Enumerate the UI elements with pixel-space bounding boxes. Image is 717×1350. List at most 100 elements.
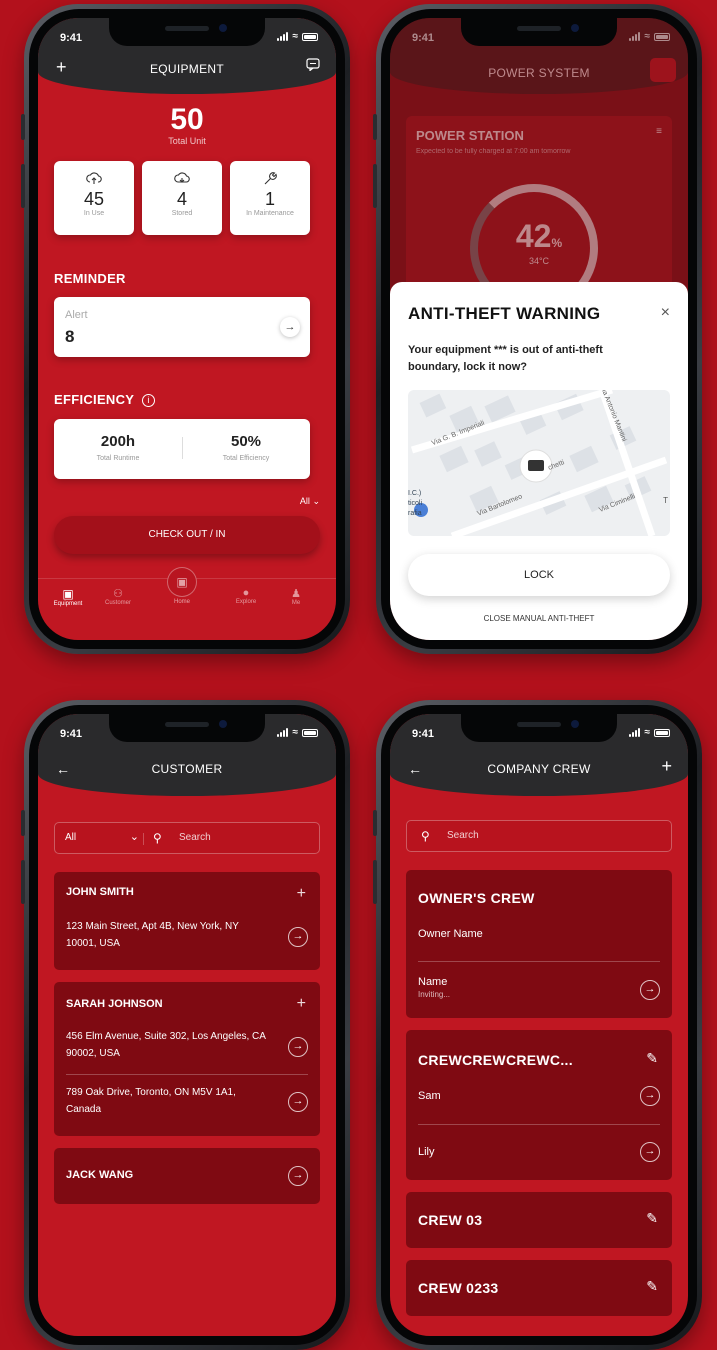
temperature: 34°C [528, 256, 550, 266]
runtime-label: Total Runtime [96, 455, 140, 462]
station-title: POWER STATION [416, 128, 524, 143]
tab-me[interactable]: ♟ Me [276, 587, 316, 606]
tab-home[interactable]: ▣ Home [162, 567, 202, 605]
crew-card[interactable]: CREW 03 ✎ [406, 1192, 672, 1248]
battery-icon [302, 32, 318, 41]
filter-label: All [299, 496, 310, 506]
efficiency-card: 200h Total Runtime 50% Total Efficiency [54, 419, 310, 479]
stat-label: In Maintenance [246, 210, 294, 217]
side-button [21, 164, 25, 208]
arrow-right-icon[interactable]: → [640, 980, 660, 1000]
wifi-icon: ≈ [644, 727, 651, 738]
page-title: EQUIPMENT [149, 62, 225, 76]
signal-icon [628, 728, 641, 737]
total-label: Total Unit [168, 136, 206, 146]
divider [143, 833, 144, 845]
customer-card[interactable]: JOHN SMITH + 123 Main Street, Apt 4B, Ne… [54, 872, 320, 970]
edit-icon[interactable]: ✎ [646, 1050, 658, 1067]
close-icon[interactable]: × [661, 304, 670, 322]
member-name: Name [418, 976, 448, 988]
arrow-right-icon[interactable]: → [288, 1037, 308, 1057]
total-units: 50 Total Unit [38, 104, 336, 147]
status-bar: 9:41 ≈ [38, 18, 336, 52]
search-input[interactable]: Search [447, 830, 479, 841]
anti-theft-modal: ANTI-THEFT WARNING × Your equipment *** … [390, 282, 688, 640]
checkout-button[interactable]: CHECK OUT / IN [54, 516, 320, 554]
battery-icon [302, 728, 318, 737]
customer-card[interactable]: SARAH JOHNSON + 456 Elm Avenue, Suite 30… [54, 982, 320, 1136]
map-label: I.C.) [408, 490, 422, 497]
stat-value: 1 [264, 189, 275, 209]
status-time: 9:41 [60, 728, 83, 740]
page-title: COMPANY CREW [487, 762, 591, 776]
page-title: CUSTOMER [151, 762, 223, 776]
crew-title: CREW 0233 [418, 1280, 499, 1296]
chat-icon[interactable] [650, 58, 676, 82]
chevron-down-icon: ⌄ [129, 831, 139, 843]
edit-icon[interactable]: ✎ [646, 1278, 658, 1295]
stat-card-stored[interactable]: 4 Stored [142, 161, 222, 235]
filter-dropdown[interactable]: All ⌄ [300, 496, 320, 507]
modal-title: ANTI-THEFT WARNING [408, 304, 601, 323]
lock-button[interactable]: LOCK [408, 554, 670, 596]
cloud-upload-icon [54, 171, 134, 187]
customer-card[interactable]: JACK WANG → [54, 1148, 320, 1204]
alert-label: Alert [65, 309, 88, 321]
status-bar: 9:41 ≈ [390, 18, 688, 52]
arrow-right-icon[interactable]: → [288, 1166, 308, 1186]
runtime-value: 200h [100, 433, 136, 450]
search-bar[interactable]: ⚲ Search [406, 820, 672, 852]
add-icon[interactable]: + [297, 886, 306, 902]
owner-name: Owner Name [418, 928, 483, 940]
crew-screen: ← COMPANY CREW + 9:41 ≈ ⚲ Search OWNER'S… [390, 714, 688, 1336]
tab-explore[interactable]: ● Explore [226, 587, 266, 605]
map-tiles [410, 390, 668, 536]
percent-unit: % [551, 236, 563, 250]
divider [418, 1124, 660, 1125]
crew-card[interactable]: CREW 0233 ✎ [406, 1260, 672, 1316]
edit-icon[interactable]: ✎ [646, 1210, 658, 1227]
percent-value: 42 [515, 218, 552, 254]
filter-select[interactable]: All ⌄ [65, 831, 139, 843]
arrow-right-icon[interactable]: → [640, 1142, 660, 1162]
wifi-icon: ≈ [644, 31, 651, 42]
station-sub: Expected to be fully charged at 7:00 am … [416, 148, 571, 155]
efficiency-label: EFFICIENCY [54, 392, 135, 407]
arrow-right-icon[interactable]: → [640, 1086, 660, 1106]
info-icon[interactable]: i [141, 394, 155, 407]
search-input[interactable]: Search [179, 832, 211, 843]
modal-text: Your equipment *** is out of anti-theft … [408, 344, 603, 373]
map[interactable]: Via G. B. Imperiali Via Antonio Mantini … [408, 390, 670, 536]
menu-icon: ≡ [656, 126, 662, 137]
equipment-icon: ▣ [62, 587, 74, 601]
explore-icon: ● [242, 587, 250, 599]
alert-card[interactable]: Alert 8 → [54, 297, 310, 357]
customer-name: JACK WANG [66, 1169, 134, 1181]
stat-card-in-use[interactable]: 45 In Use [54, 161, 134, 235]
member-name: Sam [418, 1090, 441, 1102]
efficiency-sublabel: Total Efficiency [222, 455, 270, 462]
tab-equipment[interactable]: ▣ Equipment [48, 587, 88, 607]
arrow-right-icon[interactable]: → [288, 1092, 308, 1112]
arrow-right-icon[interactable]: → [288, 927, 308, 947]
map-label: ticoli [408, 500, 423, 507]
lock-label: LOCK [524, 569, 554, 581]
side-button [21, 860, 25, 904]
filter-value: All [65, 832, 77, 843]
tab-label: Home [173, 599, 190, 605]
add-icon[interactable]: + [661, 756, 672, 777]
customer-address: 456 Elm Avenue, Suite 302, Los Angeles, … [66, 1031, 266, 1059]
crew-card: CREWCREWCREWC... ✎ Sam → Lily → [406, 1030, 672, 1180]
search-icon: ⚲ [421, 829, 430, 843]
add-icon[interactable]: + [297, 996, 306, 1012]
efficiency-value: 50% [230, 433, 262, 450]
status-bar: 9:41 ≈ [38, 714, 336, 748]
chat-icon[interactable] [306, 58, 320, 76]
alert-value: 8 [65, 327, 75, 346]
tab-label: Explore [235, 599, 257, 605]
status-bar: 9:41 ≈ [390, 714, 688, 748]
arrow-right-icon[interactable]: → [280, 317, 300, 337]
stat-card-maintenance[interactable]: 1 In Maintenance [230, 161, 310, 235]
close-anti-theft-link[interactable]: CLOSE MANUAL ANTI-THEFT [390, 614, 688, 623]
tab-customer[interactable]: ⚇ Customer [98, 587, 138, 606]
